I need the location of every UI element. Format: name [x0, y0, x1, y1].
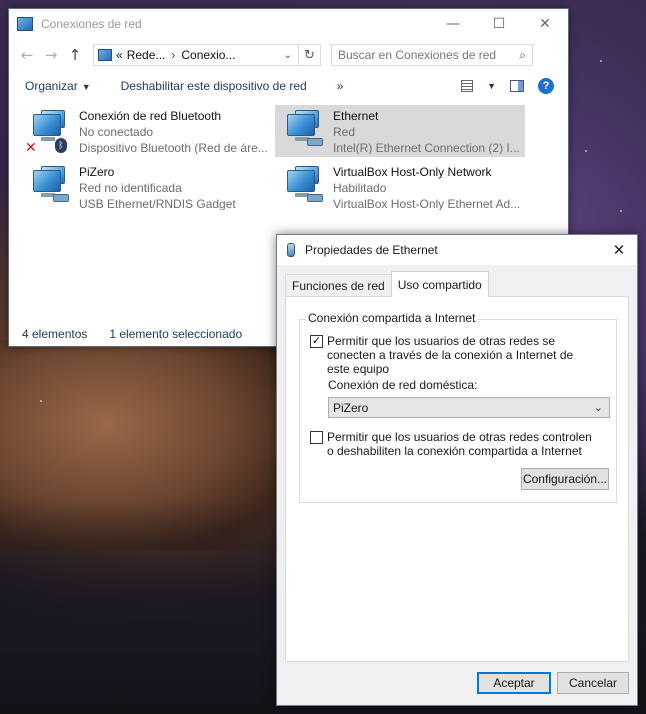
cancel-button[interactable]: Cancelar	[557, 672, 629, 694]
connection-device: Dispositivo Bluetooth (Red de áre...	[79, 141, 267, 154]
network-folder-icon	[98, 49, 112, 61]
group-title: Conexión compartida a Internet	[306, 311, 478, 325]
breadcrumb-separator-icon: ›	[171, 48, 176, 62]
connection-status: Habilitado	[333, 181, 387, 195]
forward-button[interactable]: →	[39, 46, 63, 64]
allow-share-row: ✓ Permitir que los usuarios de otras red…	[310, 334, 597, 376]
desktop-star	[40, 400, 42, 402]
address-prefix: «	[116, 48, 123, 62]
connection-device: USB Ethernet/RNDIS Gadget	[79, 197, 236, 210]
tab-strip: Funciones de red Uso compartido	[285, 271, 489, 297]
list-item[interactable]: PiZero Red no identificada USB Ethernet/…	[21, 161, 271, 213]
maximize-button[interactable]: ☐	[476, 9, 522, 39]
connection-device: Intel(R) Ethernet Connection (2) I...	[333, 141, 520, 154]
bluetooth-icon: ᛒ	[55, 138, 67, 153]
allow-control-checkbox[interactable]	[310, 431, 323, 444]
network-folder-icon	[17, 17, 33, 31]
search-placeholder: Buscar en Conexiones de red	[338, 48, 497, 62]
list-item[interactable]: ✕ ᛒ Conexión de red Bluetooth No conecta…	[21, 105, 271, 157]
organize-menu[interactable]: Organizar ▼	[25, 79, 91, 93]
selection-count: 1 elemento seleccionado	[109, 327, 243, 341]
connection-name: Conexión de red Bluetooth	[79, 109, 222, 123]
connection-name: Ethernet	[333, 109, 379, 123]
connection-name: VirtualBox Host-Only Network	[333, 165, 492, 179]
ethernet-cable-icon	[53, 194, 69, 202]
explorer-titlebar[interactable]: Conexiones de red — ☐ ✕	[9, 9, 568, 39]
desktop-star	[620, 210, 622, 212]
allow-share-checkbox[interactable]: ✓	[310, 335, 323, 348]
tab-networking[interactable]: Funciones de red	[285, 274, 392, 296]
help-icon[interactable]: ?	[538, 78, 554, 94]
breadcrumb-item[interactable]: Conexio...	[181, 48, 235, 62]
home-network-select[interactable]: PiZero ⌄	[328, 397, 610, 418]
network-adapter-icon	[279, 164, 329, 210]
settings-button[interactable]: Configuración...	[521, 468, 609, 490]
dialog-titlebar[interactable]: Propiedades de Ethernet ✕	[277, 235, 637, 265]
home-network-value: PiZero	[333, 400, 369, 415]
disconnected-x-icon: ✕	[25, 140, 37, 156]
window-title: Conexiones de red	[41, 17, 142, 31]
connection-status: No conectado	[79, 125, 154, 139]
change-view-icon[interactable]	[461, 80, 474, 92]
ics-groupbox: Conexión compartida a Internet ✓ Permiti…	[299, 311, 617, 503]
connection-status: Red	[333, 125, 356, 139]
chevron-down-icon[interactable]: ⌄	[284, 50, 292, 61]
command-bar: Organizar ▼ Deshabilitar este dispositivo…	[9, 71, 568, 101]
more-commands-button[interactable]: »	[337, 79, 344, 93]
search-icon: ⌕	[519, 47, 526, 62]
network-adapter-icon	[279, 108, 329, 154]
chevron-down-icon: ▼	[81, 82, 91, 92]
preview-pane-icon[interactable]	[510, 80, 524, 92]
list-item[interactable]: Ethernet Red Intel(R) Ethernet Connectio…	[275, 105, 525, 157]
refresh-button[interactable]: ↻	[299, 44, 321, 66]
ethernet-properties-dialog: Propiedades de Ethernet ✕ Funciones de r…	[276, 234, 638, 706]
back-button[interactable]: ←	[15, 46, 39, 64]
ethernet-cable-icon	[307, 194, 323, 202]
allow-control-label[interactable]: Permitir que los usuarios de otras redes…	[327, 430, 597, 458]
breadcrumb-item[interactable]: Rede...	[127, 48, 166, 62]
desktop-star	[600, 60, 602, 62]
connection-status: Red no identificada	[79, 181, 182, 195]
disable-device-button[interactable]: Deshabilitar este dispositivo de red	[121, 79, 307, 93]
dialog-title: Propiedades de Ethernet	[305, 243, 438, 257]
home-network-label: Conexión de red doméstica:	[328, 378, 478, 392]
chevron-down-icon[interactable]: ▼	[487, 81, 496, 91]
allow-control-row: Permitir que los usuarios de otras redes…	[310, 430, 597, 458]
connection-device: VirtualBox Host-Only Ethernet Ad...	[333, 197, 521, 210]
connection-name: PiZero	[79, 165, 115, 179]
ethernet-cable-icon	[307, 138, 323, 146]
close-icon[interactable]: ✕	[601, 241, 637, 259]
close-button[interactable]: ✕	[522, 9, 568, 39]
search-input[interactable]: Buscar en Conexiones de red ⌕	[331, 44, 533, 66]
address-row: ← → ↑ « Rede... › Conexio... ⌄ ↻ Buscar …	[9, 39, 568, 71]
up-button[interactable]: ↑	[63, 46, 87, 64]
ok-button[interactable]: Aceptar	[477, 672, 551, 694]
network-adapter-icon: ✕ ᛒ	[25, 108, 75, 156]
network-adapter-icon	[25, 164, 75, 210]
item-count: 4 elementos	[22, 327, 88, 341]
chevron-down-icon: ⌄	[593, 402, 603, 414]
tab-sharing[interactable]: Uso compartido	[390, 271, 489, 297]
desktop-star	[585, 150, 587, 152]
minimize-button[interactable]: —	[430, 9, 476, 39]
allow-share-label[interactable]: Permitir que los usuarios de otras redes…	[327, 334, 597, 376]
sharing-tab-panel: Conexión compartida a Internet ✓ Permiti…	[285, 296, 629, 662]
list-item[interactable]: VirtualBox Host-Only Network Habilitado …	[275, 161, 525, 213]
address-bar[interactable]: « Rede... › Conexio... ⌄	[93, 44, 299, 66]
network-plug-icon	[287, 243, 295, 257]
